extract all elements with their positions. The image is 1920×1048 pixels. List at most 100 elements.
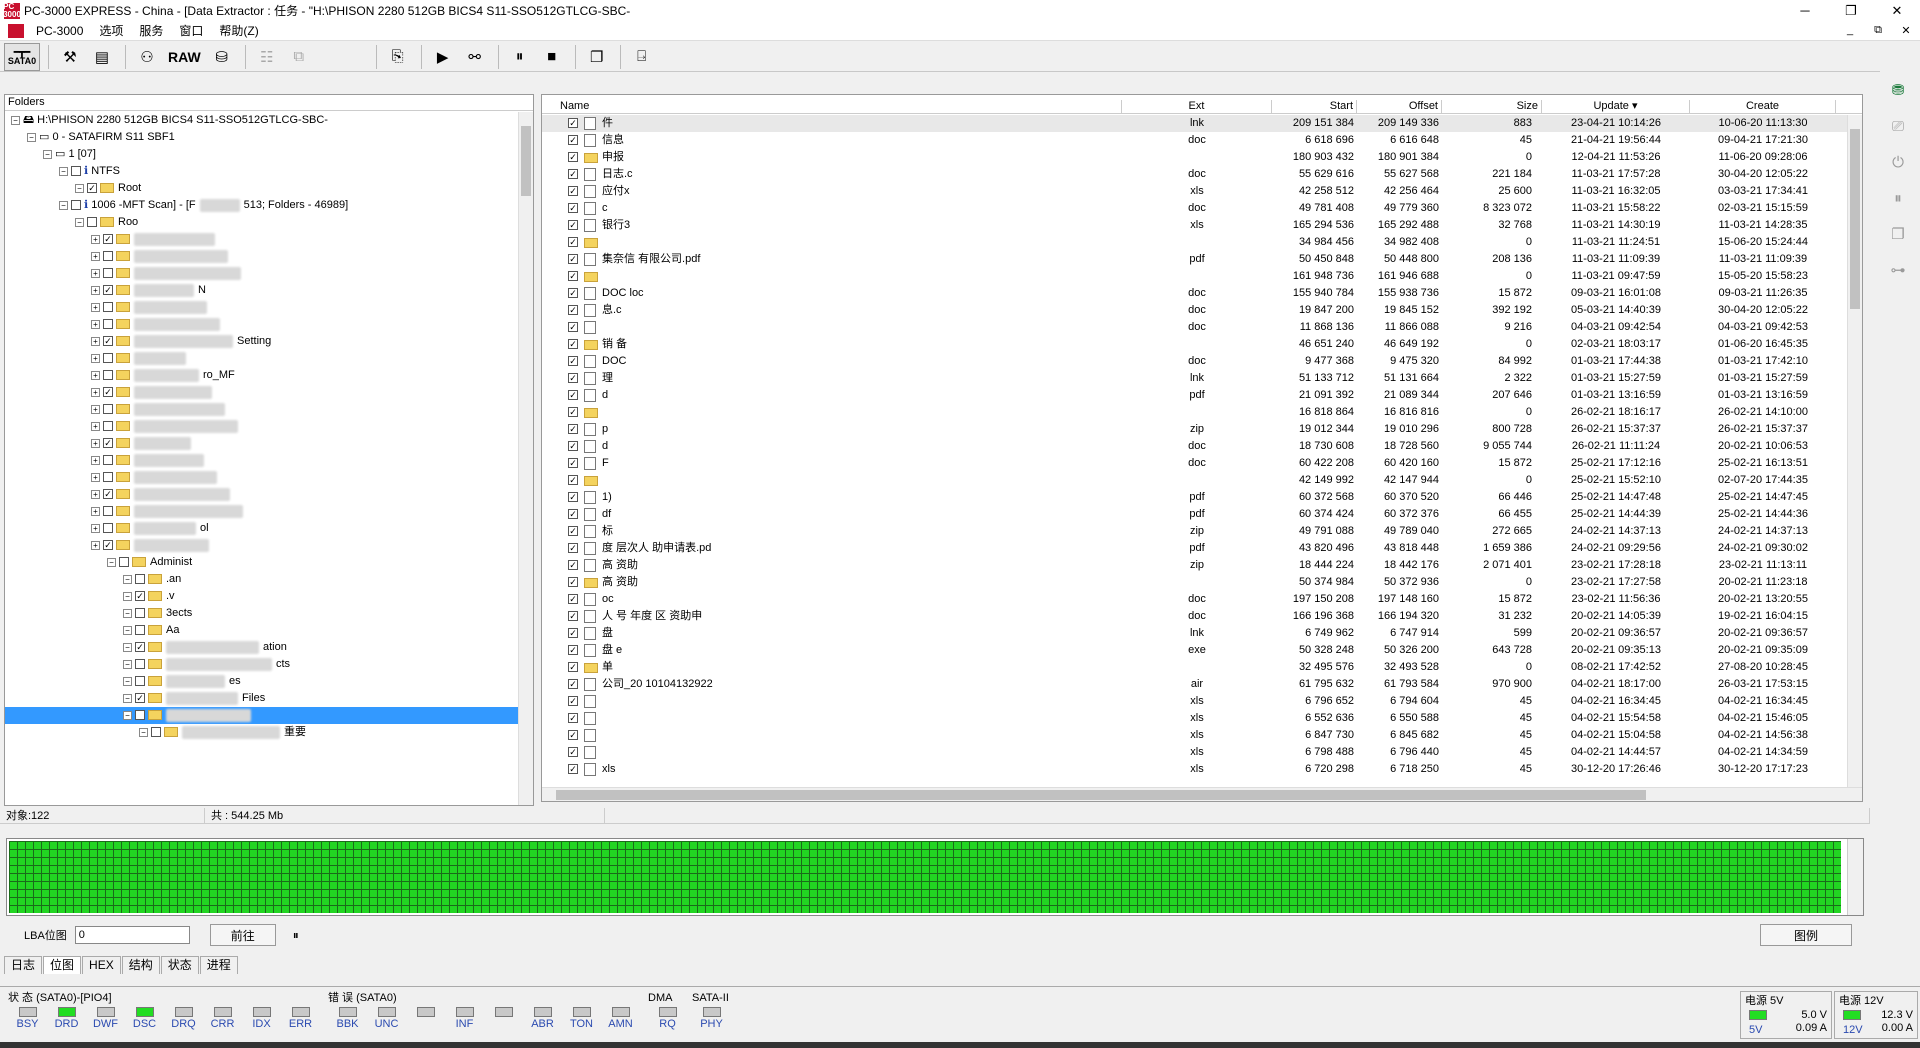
file-row[interactable]: ✓ xls xls 6 720 298 6 718 250 45 30-12-20 17:2…: [542, 761, 1852, 778]
tree-checkbox[interactable]: ✓: [103, 387, 113, 398]
tree-node[interactable]: + ✓: [5, 486, 520, 503]
expand-toggle-icon[interactable]: −: [123, 659, 132, 669]
expand-toggle-icon[interactable]: −: [123, 608, 132, 618]
tree-checkbox[interactable]: [103, 353, 113, 364]
mdi-close-button[interactable]: ✕: [1892, 24, 1920, 37]
menu-service[interactable]: 服务: [131, 22, 171, 39]
expand-toggle-icon[interactable]: +: [91, 370, 100, 380]
tools-icon[interactable]: ⚒: [55, 43, 85, 71]
tree-node[interactable]: − ✓ ation: [5, 639, 520, 656]
tree-node[interactable]: − ✓ Root: [5, 180, 520, 197]
tree-node[interactable]: − ✓ .v: [5, 588, 520, 605]
map-scrollbar[interactable]: [1847, 839, 1863, 915]
binoculars-icon[interactable]: ⚇: [132, 43, 162, 71]
expand-toggle-icon[interactable]: −: [123, 591, 132, 601]
file-checkbox[interactable]: ✓: [568, 186, 578, 196]
tree-checkbox[interactable]: [103, 302, 113, 313]
file-row[interactable]: ✓ 单 32 495 576 32 493 528 0 08-02-21 17:42:52…: [542, 659, 1852, 676]
tree-checkbox[interactable]: [71, 200, 81, 211]
file-row[interactable]: ✓ 申报 180 903 432 180 901 384 0 12-04-21 11:53…: [542, 149, 1852, 166]
tree-node[interactable]: + ✓: [5, 231, 520, 248]
tree-checkbox[interactable]: ✓: [135, 693, 145, 704]
expand-toggle-icon[interactable]: +: [91, 455, 100, 465]
file-checkbox[interactable]: ✓: [568, 662, 578, 672]
expand-toggle-icon[interactable]: −: [59, 166, 68, 176]
power-disk-icon[interactable]: ⛃: [1882, 74, 1914, 106]
raw-button[interactable]: RAW: [164, 43, 205, 71]
tree-node[interactable]: − cts: [5, 656, 520, 673]
expand-toggle-icon[interactable]: +: [91, 489, 100, 499]
tree-node[interactable]: −: [5, 707, 520, 724]
file-checkbox[interactable]: ✓: [568, 424, 578, 434]
go-button[interactable]: 前往: [209, 924, 276, 946]
file-checkbox[interactable]: ✓: [568, 594, 578, 604]
file-row[interactable]: ✓ 标 zip 49 791 088 49 789 040 272 665 24-02-21…: [542, 523, 1852, 540]
col-offset[interactable]: Offset: [1357, 100, 1442, 113]
tree-checkbox[interactable]: [103, 404, 113, 415]
tree-node[interactable]: +: [5, 452, 520, 469]
expand-toggle-icon[interactable]: +: [91, 302, 100, 312]
col-create[interactable]: Create: [1690, 100, 1836, 113]
tree-checkbox[interactable]: [103, 472, 113, 483]
file-checkbox[interactable]: ✓: [568, 441, 578, 451]
tree-checkbox[interactable]: [71, 166, 81, 177]
file-row[interactable]: ✓ d doc 18 730 608 18 728 560 9 055 744 26-02-…: [542, 438, 1852, 455]
file-checkbox[interactable]: ✓: [568, 373, 578, 383]
file-list-scroll-thumb[interactable]: [1850, 129, 1860, 309]
export-icon[interactable]: ⎘: [383, 43, 413, 71]
expand-toggle-icon[interactable]: +: [91, 523, 100, 533]
file-row[interactable]: ✓ 高 资助 zip 18 444 224 18 442 176 2 071 401 23-…: [542, 557, 1852, 574]
file-checkbox[interactable]: ✓: [568, 220, 578, 230]
tree-node[interactable]: − .an: [5, 571, 520, 588]
tab-process[interactable]: 进程: [199, 956, 238, 974]
tree-node[interactable]: + ✓ N: [5, 282, 520, 299]
tree-checkbox[interactable]: [151, 727, 161, 738]
folders-scroll-thumb[interactable]: [521, 126, 531, 196]
file-list-hscrollbar[interactable]: [542, 787, 1862, 801]
file-checkbox[interactable]: ✓: [568, 254, 578, 264]
tree-node[interactable]: − 重要: [5, 724, 520, 741]
tree-node[interactable]: −3ects: [5, 605, 520, 622]
expand-toggle-icon[interactable]: +: [91, 353, 100, 363]
mdi-minimize-button[interactable]: _: [1836, 24, 1864, 37]
file-row[interactable]: ✓ doc 11 868 136 11 866 088 9 216 04-03-21 09…: [542, 319, 1852, 336]
expand-toggle-icon[interactable]: −: [123, 693, 132, 703]
lba-input[interactable]: [74, 926, 190, 944]
col-name[interactable]: Name: [542, 100, 1122, 113]
file-checkbox[interactable]: ✓: [568, 713, 578, 723]
file-row[interactable]: ✓ p zip 19 012 344 19 010 296 800 728 26-02-21…: [542, 421, 1852, 438]
file-row[interactable]: ✓ 集奈信 有限公司.pdf pdf 50 450 848 50 448 800 208 …: [542, 251, 1852, 268]
network-icon[interactable]: ⧉: [284, 43, 314, 71]
pause-icon[interactable]: ⏸: [505, 43, 535, 71]
file-checkbox[interactable]: ✓: [568, 509, 578, 519]
tab-log[interactable]: 日志: [4, 956, 43, 974]
tree-checkbox[interactable]: ✓: [103, 438, 113, 449]
expand-toggle-icon[interactable]: +: [91, 268, 100, 278]
menu-pc3000[interactable]: PC-3000: [28, 24, 91, 38]
tree-checkbox[interactable]: [103, 523, 113, 534]
file-row[interactable]: ✓ 1) pdf 60 372 568 60 370 520 66 446 25-02-21…: [542, 489, 1852, 506]
tree-node[interactable]: − ▭ 1 [07]: [5, 146, 520, 163]
tree-node[interactable]: − ✓ Files: [5, 690, 520, 707]
menu-options[interactable]: 选项: [91, 22, 131, 39]
tree-node[interactable]: +: [5, 248, 520, 265]
expand-toggle-icon[interactable]: −: [139, 727, 148, 737]
file-checkbox[interactable]: ✓: [568, 339, 578, 349]
file-checkbox[interactable]: ✓: [568, 458, 578, 468]
tree-checkbox[interactable]: [135, 659, 145, 670]
tree-node[interactable]: − ℹ 1006 -MFT Scan] - [F 513; Folders - 46…: [5, 197, 520, 214]
file-list-scrollbar[interactable]: [1847, 115, 1862, 789]
tree-node[interactable]: +: [5, 418, 520, 435]
tree-checkbox[interactable]: [103, 370, 113, 381]
file-row[interactable]: ✓ DOC doc 9 477 368 9 475 320 84 992 01-03-21 …: [542, 353, 1852, 370]
tree-checkbox[interactable]: ✓: [87, 183, 97, 194]
close-button[interactable]: ✕: [1874, 0, 1920, 21]
copy-side-icon[interactable]: ❐: [1882, 218, 1914, 250]
file-row[interactable]: ✓ 销 备 46 651 240 46 649 192 0 02-03-21 18:03:…: [542, 336, 1852, 353]
tree-node[interactable]: + ro_MF: [5, 367, 520, 384]
tree-checkbox[interactable]: ✓: [135, 642, 145, 653]
file-row[interactable]: ✓ 应付x xls 42 258 512 42 256 464 25 600 11-03-2…: [542, 183, 1852, 200]
expand-toggle-icon[interactable]: +: [91, 438, 100, 448]
tree-node[interactable]: − es: [5, 673, 520, 690]
map-pause-button[interactable]: ⏸: [282, 924, 310, 946]
